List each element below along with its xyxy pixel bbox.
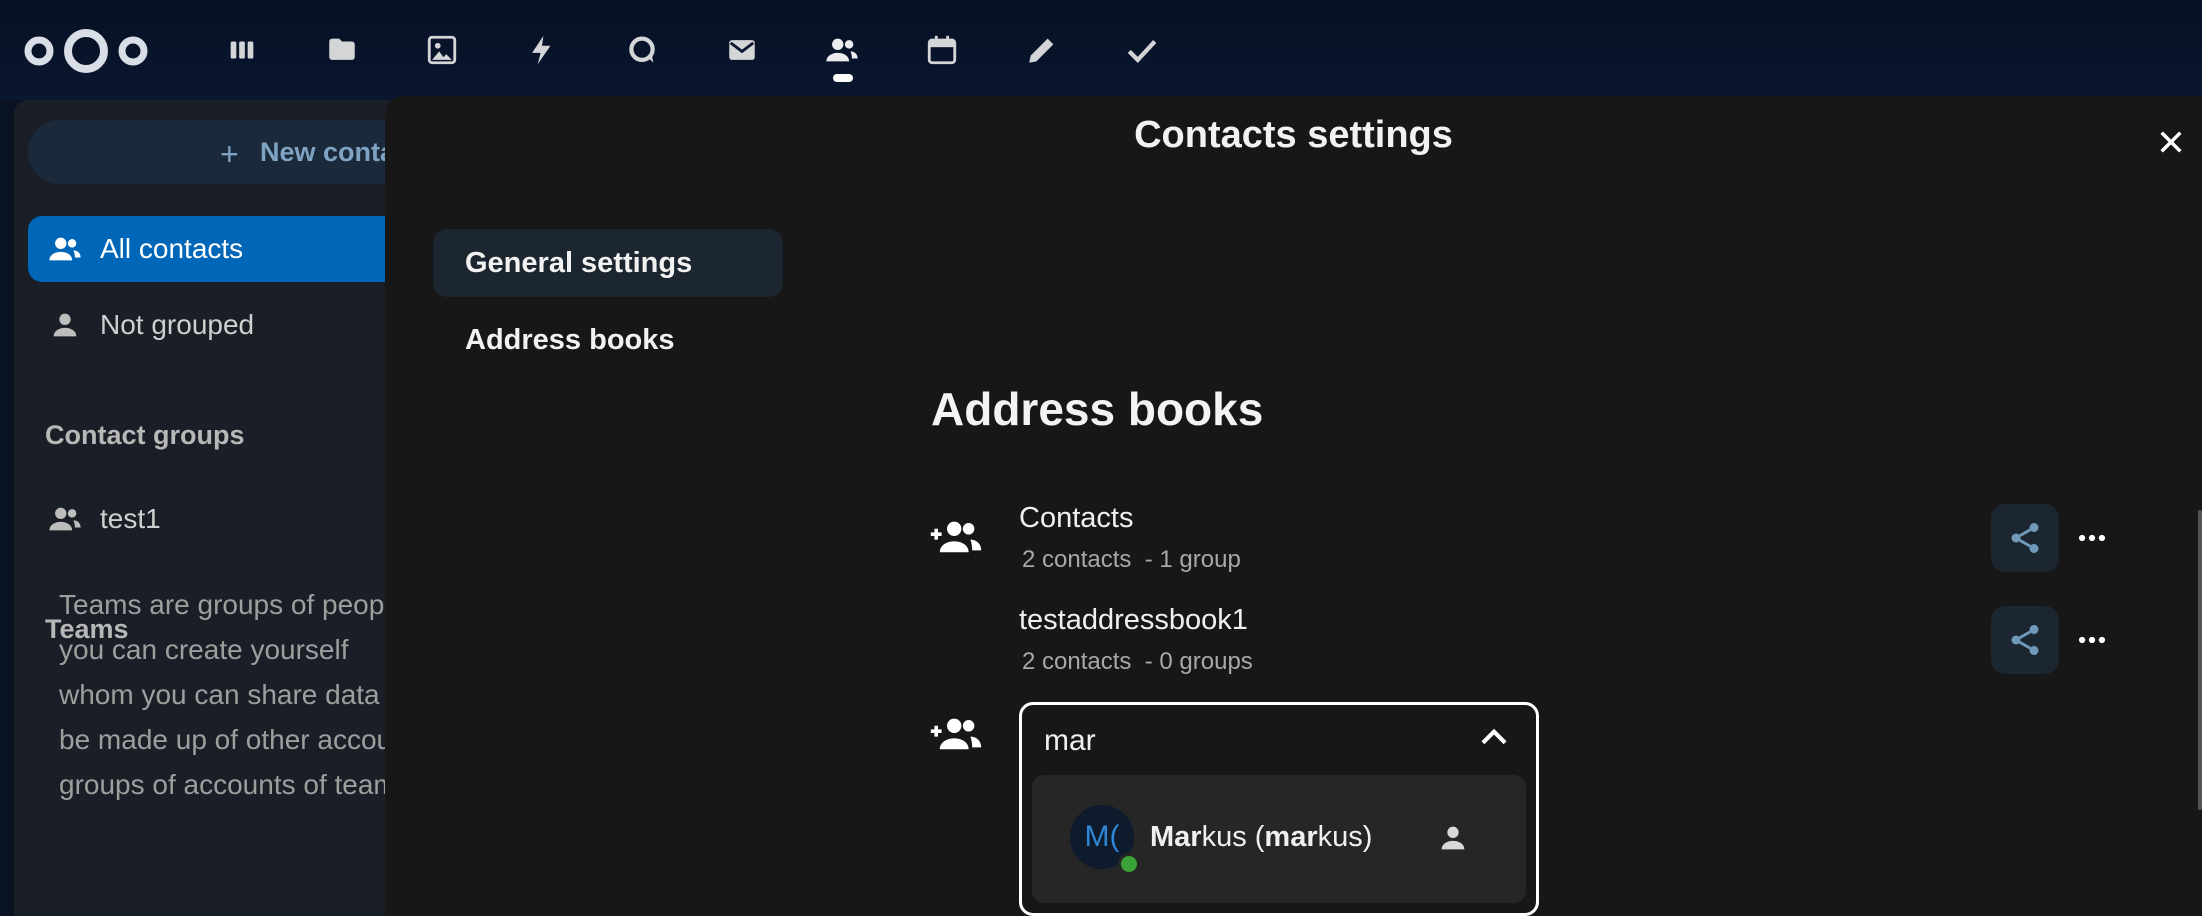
share-address-book-button[interactable]: [1991, 504, 2059, 572]
pencil-icon[interactable]: [1020, 28, 1064, 72]
sidebar-item-not-grouped[interactable]: Not grouped: [28, 292, 414, 358]
plus-icon: +: [220, 136, 239, 172]
person-icon: [1441, 826, 1465, 850]
modal-title: Contacts settings: [1134, 114, 1453, 156]
close-button[interactable]: [2145, 116, 2197, 168]
address-book-name: Contacts: [1019, 502, 1134, 534]
dashboard-icon[interactable]: [220, 28, 264, 72]
new-contact-button[interactable]: + New contact: [28, 120, 414, 184]
modal-scrollbar[interactable]: [2198, 510, 2202, 810]
share-icon: [2011, 625, 2039, 655]
contacts-icon[interactable]: [820, 28, 864, 72]
active-app-indicator: [833, 74, 853, 82]
settings-nav-address-books[interactable]: Address books: [433, 306, 783, 374]
address-books-heading: Address books: [931, 383, 1264, 435]
share-address-book-button[interactable]: [1991, 606, 2059, 674]
address-book-meta: 2 contacts - 1 group: [1022, 546, 1241, 573]
group-icon: [49, 507, 81, 531]
search-result-label: Markus (markus): [1150, 821, 1373, 853]
contacts-sidebar: + New contact All contacts Not grouped C…: [14, 100, 430, 916]
lightning-icon[interactable]: [520, 28, 564, 72]
dots-horizontal-icon: [2078, 636, 2106, 644]
image-icon[interactable]: [420, 28, 464, 72]
search-result-item[interactable]: M( Markus (markus): [1032, 775, 1526, 903]
address-book-meta: 2 contacts - 0 groups: [1022, 648, 1253, 675]
dots-horizontal-icon: [2078, 534, 2106, 542]
sidebar-item-group-test1[interactable]: test1: [28, 486, 414, 552]
teams-description: Teams are groups of people you can creat…: [59, 589, 430, 800]
folder-icon[interactable]: [320, 28, 364, 72]
share-search-input[interactable]: [1044, 719, 1464, 763]
checkmark-icon[interactable]: [1120, 28, 1164, 72]
person-icon: [53, 313, 77, 337]
nextcloud-logo[interactable]: [24, 26, 148, 76]
more-actions-button[interactable]: [2063, 606, 2121, 674]
close-icon: [2160, 131, 2182, 153]
chevron-up-icon[interactable]: [1475, 719, 1513, 757]
online-status-indicator: [1118, 853, 1140, 875]
settings-nav-general[interactable]: General settings: [433, 229, 783, 297]
account-plus-icon: [930, 521, 982, 553]
share-search-combobox[interactable]: M( Markus (markus): [1019, 702, 1539, 916]
top-bar: [0, 0, 2202, 100]
sidebar-item-all-contacts[interactable]: All contacts: [28, 216, 414, 282]
group-icon: [49, 237, 81, 261]
contacts-settings-modal: Contacts settings General settings Addre…: [385, 96, 2202, 916]
talk-icon[interactable]: [620, 28, 664, 72]
more-actions-button[interactable]: [2063, 504, 2121, 572]
contact-groups-title: Contact groups: [45, 420, 245, 450]
share-icon: [2011, 523, 2039, 553]
address-book-name: testaddressbook1: [1019, 604, 1248, 636]
calendar-icon[interactable]: [920, 28, 964, 72]
account-plus-icon: [930, 718, 982, 750]
mail-icon[interactable]: [720, 28, 764, 72]
